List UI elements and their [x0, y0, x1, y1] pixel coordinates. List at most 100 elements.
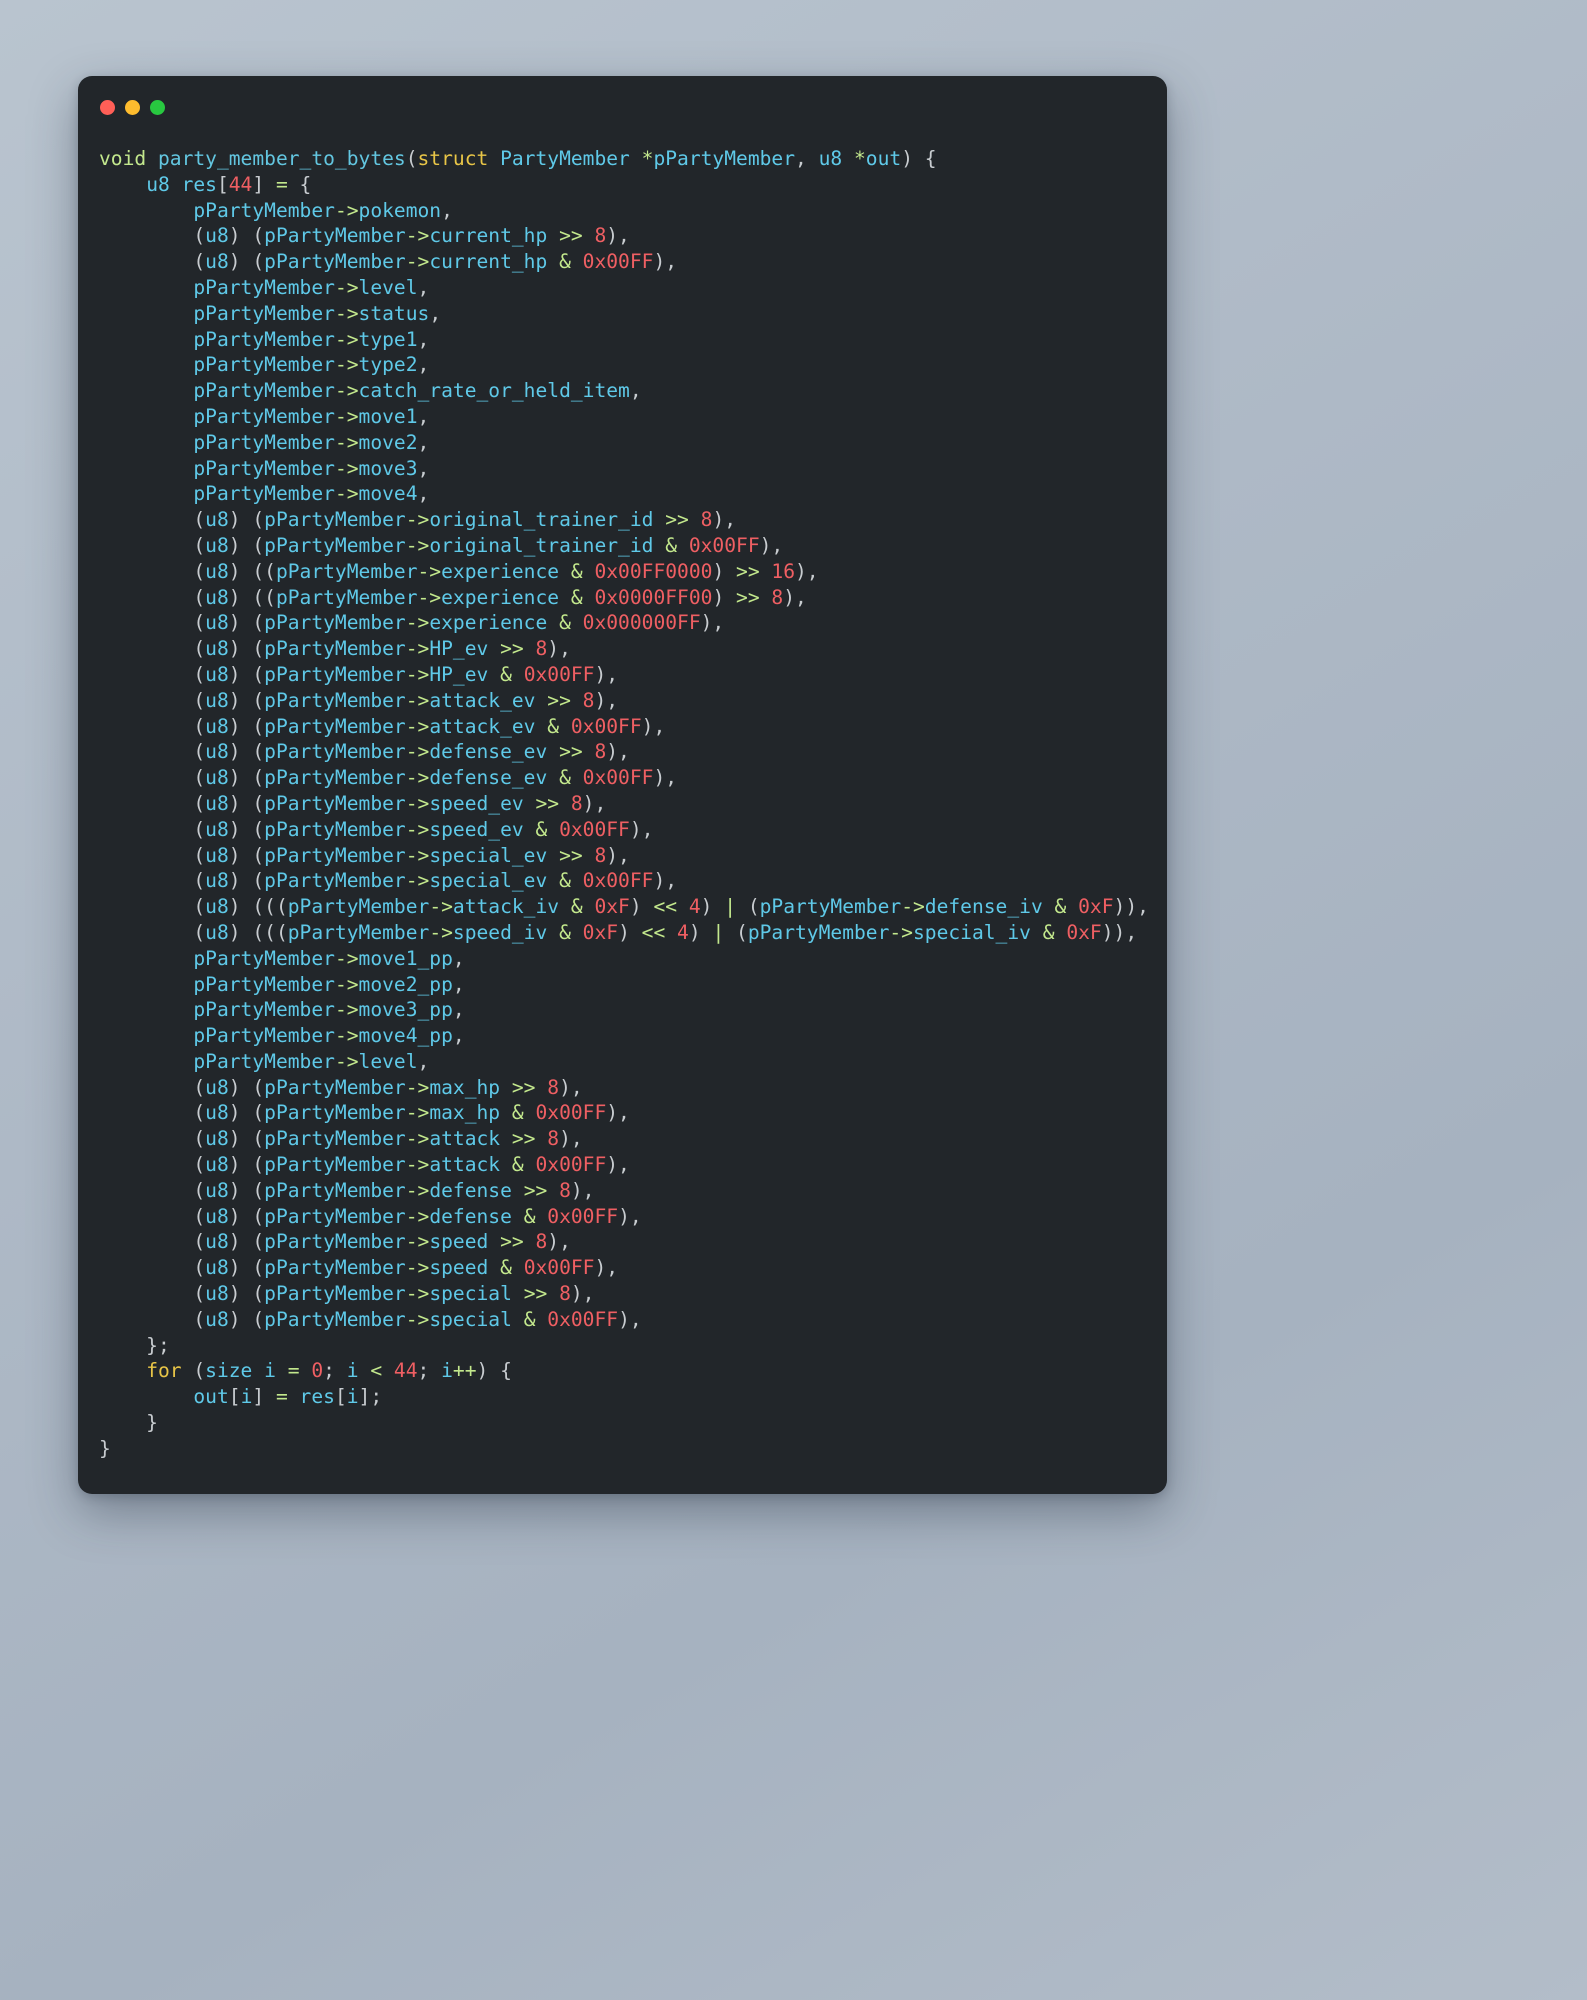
code-token: u8	[205, 250, 229, 274]
code-token: i	[346, 1385, 359, 1409]
code-token: >>	[559, 843, 583, 867]
code-token: ->	[405, 688, 430, 712]
screenshot-stage: void party_member_to_bytes (struct PartyM…	[0, 0, 1587, 2000]
code-token: ) (((	[228, 920, 288, 944]
minimize-button-icon[interactable]	[125, 99, 140, 115]
code-token: &	[511, 1153, 524, 1177]
code-token: ),	[712, 508, 737, 532]
traffic-light-group	[100, 99, 165, 115]
code-token: &	[559, 611, 571, 635]
code-token: &	[665, 533, 678, 557]
code-token: max_hp	[429, 1075, 501, 1099]
code-token: u8	[205, 508, 229, 532]
code-token: max_hp	[429, 1101, 501, 1125]
code-token: ->	[334, 430, 359, 454]
code-token: *	[641, 147, 654, 170]
code-token: *	[854, 147, 866, 170]
code-token: move2	[358, 430, 418, 454]
code-token: <<	[653, 895, 678, 919]
code-token: pPartyMember	[193, 972, 335, 996]
code-token: 8	[535, 637, 548, 661]
code-token: >>	[535, 791, 560, 815]
code-token: pPartyMember	[264, 791, 406, 815]
code-token: pPartyMember	[193, 482, 335, 506]
code-token: pPartyMember	[193, 379, 335, 403]
code-token: ) (	[228, 1127, 265, 1151]
source-code[interactable]: void party_member_to_bytes (struct PartyM…	[99, 146, 1167, 1462]
code-token: >>	[500, 637, 524, 661]
code-token: pPartyMember	[193, 198, 335, 222]
code-token: >>	[547, 688, 571, 712]
code-token: 0x000000FF	[582, 611, 701, 635]
code-token: )	[618, 920, 642, 944]
code-token: pPartyMember	[264, 508, 406, 532]
code-token: ,	[417, 404, 430, 428]
code-token: ),	[594, 688, 619, 712]
close-button-icon[interactable]	[100, 99, 115, 115]
code-token: pPartyMember	[264, 843, 406, 867]
code-token: speed	[429, 1230, 489, 1254]
code-token: ->	[334, 456, 359, 480]
code-token: pPartyMember	[287, 895, 430, 919]
code-token: 44	[228, 172, 253, 196]
code-token: >>	[559, 224, 583, 248]
code-token: ) (	[228, 611, 265, 635]
code-token: pPartyMember	[193, 301, 335, 325]
code-token: u8	[205, 1282, 229, 1306]
code-token: (	[99, 1075, 206, 1099]
code-token: 8	[582, 688, 595, 712]
code-token: pPartyMember	[264, 1101, 406, 1125]
code-token: catch_rate_or_held_item	[358, 379, 630, 403]
code-token: 8	[535, 1230, 548, 1254]
code-token: move1_pp	[358, 946, 453, 970]
code-token: ->	[405, 662, 430, 686]
code-token: ->	[334, 482, 359, 506]
code-token: (	[736, 895, 760, 919]
code-token: 0x00FF	[547, 1204, 619, 1228]
code-viewport[interactable]: void party_member_to_bytes (struct PartyM…	[78, 138, 1167, 1494]
window-titlebar[interactable]	[78, 76, 1167, 138]
code-token: ->	[405, 1307, 430, 1331]
code-token: ->	[405, 224, 430, 248]
code-token: experience	[429, 611, 548, 635]
code-token: (	[99, 817, 206, 841]
code-token: special	[429, 1307, 512, 1331]
code-token: type2	[358, 353, 418, 377]
code-token: ,	[629, 379, 642, 403]
zoom-button-icon[interactable]	[150, 99, 165, 115]
code-token: current_hp	[429, 224, 548, 248]
code-token: ),	[547, 637, 571, 661]
code-token: 8	[559, 1282, 571, 1306]
code-token: ),	[606, 1153, 630, 1177]
code-token: 0x00FF	[523, 662, 595, 686]
code-token: (	[99, 224, 206, 248]
code-token: (	[99, 250, 206, 274]
code-token: pPartyMember	[275, 585, 418, 609]
code-token: move1	[358, 404, 418, 428]
code-token: {	[287, 172, 312, 196]
code-token: ->	[405, 637, 430, 661]
code-token: 0x00FF	[688, 533, 760, 557]
code-token: ];	[358, 1385, 383, 1409]
code-token: &	[523, 1204, 536, 1228]
code-token: ) (	[228, 1282, 265, 1306]
code-token: pPartyMember	[264, 1256, 406, 1280]
code-token: u8	[205, 1178, 229, 1202]
